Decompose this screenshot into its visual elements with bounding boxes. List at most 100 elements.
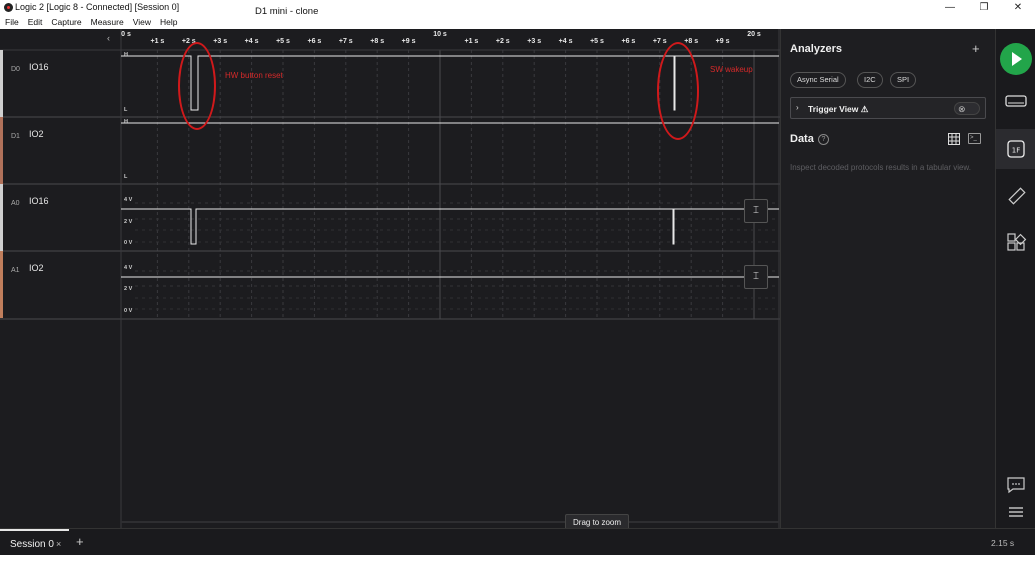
async-serial-chip[interactable]: Async Serial	[790, 72, 846, 88]
a0-vertical-scale-button[interactable]: ⌶	[744, 199, 768, 223]
collapse-chevron-icon[interactable]: ‹	[107, 33, 110, 43]
zoom-level: 2.15 s	[991, 538, 1015, 548]
analyzers-panel: Analyzers + Async Serial I2C SPI › Trigg…	[780, 29, 995, 528]
analyzer-icon[interactable]: 1F	[1005, 138, 1027, 160]
a1-vertical-scale-button[interactable]: ⌶	[744, 265, 768, 289]
timeline-tick: +3 s	[527, 38, 542, 45]
timeline-tick: +7 s	[652, 38, 667, 45]
measure-icon[interactable]	[1005, 185, 1027, 207]
menu-help[interactable]: Help	[160, 16, 186, 29]
channel-id: A0	[11, 200, 20, 207]
data-empty-message: Inspect decoded protocols results in a t…	[790, 163, 971, 172]
session-tab[interactable]: Session 0 ×	[0, 529, 69, 556]
trigger-view-toggle[interactable]: ⊗	[954, 102, 980, 115]
terminal-view-icon[interactable]: >_	[968, 133, 981, 144]
bottom-margin	[0, 555, 1035, 582]
menu-bar: File Edit Capture Measure View Help	[0, 16, 186, 29]
close-window-button[interactable]: ✕	[1001, 0, 1035, 16]
trigger-view-label: Trigger View ⚠	[808, 104, 869, 114]
timeline-tick: +1 s	[464, 38, 479, 45]
restore-button[interactable]: ❐	[967, 0, 1001, 16]
help-icon[interactable]: ?	[818, 134, 829, 145]
vertical-scale-icon: ⌶	[753, 271, 759, 282]
minimize-button[interactable]: —	[933, 0, 967, 16]
menu-capture[interactable]: Capture	[51, 16, 90, 29]
window-controls: — ❐ ✕	[933, 0, 1035, 16]
right-toolbar: 1F	[995, 29, 1035, 528]
channel-name: IO2	[29, 263, 44, 273]
timeline-tick: +8 s	[370, 38, 385, 45]
d0-low-label: L	[124, 107, 128, 113]
vertical-scale-icon: ⌶	[753, 205, 759, 216]
channel-name: IO2	[29, 129, 44, 139]
spi-chip[interactable]: SPI	[890, 72, 917, 88]
menu-measure[interactable]: Measure	[91, 16, 133, 29]
title-bar: Logic 2 [Logic 8 - Connected] [Session 0…	[0, 0, 1035, 17]
menu-file[interactable]: File	[5, 16, 28, 29]
timeline-tick: 0 s	[121, 31, 131, 38]
timeline-tick: +4 s	[244, 38, 259, 45]
data-title: Data	[790, 133, 814, 145]
channel-id: A1	[11, 267, 20, 274]
timeline-tick: +4 s	[558, 38, 573, 45]
svg-text:1F: 1F	[1012, 147, 1020, 155]
timeline-tick: +6 s	[621, 38, 636, 45]
a0-level-0v: 0 V	[124, 240, 133, 246]
drag-to-zoom-tooltip: Drag to zoom	[565, 514, 630, 528]
timeline-tick: +1 s	[150, 38, 165, 45]
i2c-chip[interactable]: I2C	[857, 72, 883, 88]
close-icon: ⊗	[958, 104, 966, 114]
close-tab-icon[interactable]: ×	[56, 539, 61, 549]
analyzers-title: Analyzers	[790, 43, 842, 55]
window-title: Logic 2 [Logic 8 - Connected] [Session 0…	[15, 2, 180, 12]
channel-a0[interactable]: A0 IO16	[0, 184, 120, 251]
menu-edit[interactable]: Edit	[28, 16, 52, 29]
add-session-button[interactable]: +	[76, 534, 84, 549]
play-icon[interactable]	[1000, 43, 1032, 75]
a1-level-0v: 0 V	[124, 308, 133, 314]
document-title: D1 mini - clone	[255, 6, 319, 17]
session-bar: Session 0 × + 2.15 s	[0, 528, 1035, 555]
timeline-tick: +2 s	[495, 38, 510, 45]
feedback-icon[interactable]	[1005, 474, 1027, 496]
sw-wakeup-annotation: SW wakeup	[710, 65, 753, 74]
device-icon[interactable]	[1005, 90, 1027, 112]
timeline-tick: +9 s	[401, 38, 416, 45]
channel-d1[interactable]: D1 IO2	[0, 117, 120, 184]
timeline-tick: +8 s	[684, 38, 699, 45]
d1-low-label: L	[124, 174, 128, 180]
timeline-tick: +7 s	[338, 38, 353, 45]
hw-reset-annotation: HW button reset	[225, 71, 283, 80]
channel-a1[interactable]: A1 IO2	[0, 251, 120, 318]
sw-wakeup-highlight	[657, 42, 699, 140]
menu-icon[interactable]	[1005, 501, 1027, 523]
channel-id: D0	[11, 66, 20, 73]
timeline-tick: 20 s	[747, 31, 761, 38]
timeline-tick: +6 s	[307, 38, 322, 45]
trigger-view-row[interactable]: › Trigger View ⚠ ⊗	[790, 97, 986, 119]
extensions-icon[interactable]	[1005, 231, 1027, 253]
table-view-icon[interactable]	[948, 133, 960, 145]
timeline-tick: +5 s	[276, 38, 290, 45]
channel-name: IO16	[29, 62, 49, 72]
d0-high-label: H	[124, 52, 128, 58]
a0-level-4v: 4 V	[124, 197, 133, 203]
add-analyzer-button[interactable]: +	[972, 41, 980, 56]
d1-high-label: H	[124, 119, 128, 125]
channel-d0[interactable]: D0 IO16	[0, 50, 120, 117]
chevron-right-icon: ›	[796, 103, 799, 112]
timeline-tick: +5 s	[590, 38, 604, 45]
session-tab-label: Session 0	[10, 539, 54, 550]
timeline-tick: 10 s	[433, 31, 447, 38]
timeline-tick: +3 s	[213, 38, 228, 45]
main-area: ‹ 0 s +1 s +2 s +3 s +4 s +5 s +6 s +7 s +8 s +9 …	[0, 29, 1035, 528]
app-logo-icon	[4, 3, 13, 12]
a1-level-4v: 4 V	[124, 265, 133, 271]
a1-level-2v: 2 V	[124, 286, 133, 292]
hw-reset-highlight	[178, 42, 216, 130]
timeline-tick: +9 s	[715, 38, 730, 45]
menu-view[interactable]: View	[133, 16, 160, 29]
waveform-view[interactable]: ‹ 0 s +1 s +2 s +3 s +4 s +5 s +6 s +7 s +8 s +9 …	[0, 29, 780, 528]
channel-name: IO16	[29, 196, 49, 206]
channel-id: D1	[11, 133, 20, 140]
